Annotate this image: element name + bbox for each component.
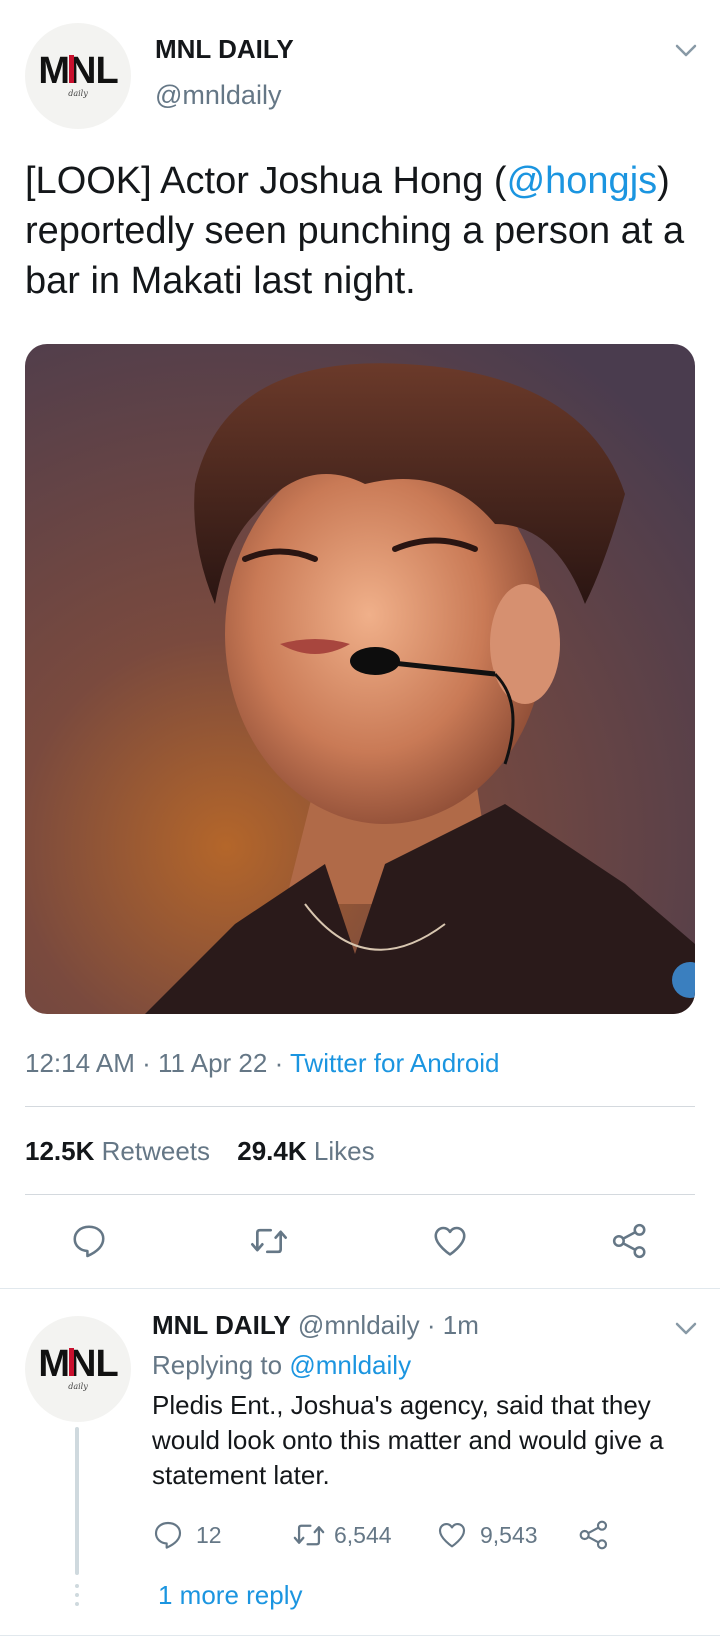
share-icon	[612, 1223, 646, 1259]
reply-icon	[154, 1521, 182, 1549]
logo-red-stroke	[69, 55, 74, 83]
tweet-text: [LOOK] Actor Joshua Hong (@hongjs) repor…	[25, 156, 705, 306]
retweets-label: Retweets	[101, 1136, 211, 1166]
author-name[interactable]: MNL DAILY	[155, 34, 294, 65]
likes-label: Likes	[313, 1136, 375, 1166]
tweet-text-part1: [LOOK] Actor Joshua Hong (	[25, 160, 507, 202]
replying-to-handle[interactable]: @mnldaily	[289, 1350, 411, 1380]
logo-text: MNL	[38, 1343, 118, 1385]
reply-author-handle[interactable]: @mnldaily	[298, 1310, 420, 1340]
mention-link[interactable]: @hongjs	[507, 160, 658, 202]
divider	[25, 1106, 695, 1107]
likes-count: 29.4K	[237, 1136, 307, 1166]
reply-menu-chevron-icon[interactable]	[670, 1316, 702, 1342]
tweet-stats: 12.5K Retweets 29.4K Likes	[25, 1136, 375, 1167]
reply-share-button[interactable]	[578, 1517, 610, 1553]
like-icon	[438, 1523, 466, 1548]
author-handle[interactable]: @mnldaily	[155, 80, 281, 111]
thread-dots	[75, 1584, 79, 1606]
logo-text: MNL	[38, 50, 118, 92]
reply-reply-button[interactable]: 12	[152, 1517, 222, 1553]
reply-author-avatar[interactable]: MNL daily	[25, 1316, 131, 1422]
tweet-timestamp-line: 12:14 AM · 11 Apr 22 · Twitter for Andro…	[25, 1048, 500, 1079]
like-count: 9,543	[480, 1521, 538, 1548]
retweet-icon	[293, 1524, 325, 1546]
reply-count: 12	[196, 1521, 222, 1548]
divider	[25, 1194, 695, 1195]
author-avatar[interactable]: MNL daily	[25, 23, 131, 129]
likes-stat[interactable]: 29.4K Likes	[237, 1136, 374, 1166]
logo-subtext: daily	[68, 89, 88, 98]
share-icon	[579, 1520, 608, 1550]
logo-subtext: daily	[68, 1382, 88, 1391]
more-replies-link[interactable]: 1 more reply	[158, 1580, 303, 1611]
reply-timestamp[interactable]: · 1m	[427, 1310, 479, 1340]
reply-text: Pledis Ent., Joshua's agency, said that …	[152, 1390, 664, 1490]
tweet-source-link[interactable]: Twitter for Android	[290, 1048, 500, 1078]
tweet-menu-chevron-icon[interactable]	[670, 38, 702, 64]
reply-like-button[interactable]: 9,543	[436, 1517, 538, 1553]
retweets-count: 12.5K	[25, 1136, 95, 1166]
logo-red-stroke	[69, 1348, 74, 1376]
reply-header: MNL DAILY @mnldaily · 1m	[152, 1310, 479, 1341]
retweet-icon	[251, 1228, 287, 1254]
replying-to-label: Replying to	[152, 1350, 290, 1380]
tweet-photo[interactable]	[25, 344, 695, 1014]
reply-icon	[73, 1225, 105, 1258]
retweets-stat[interactable]: 12.5K Retweets	[25, 1136, 210, 1166]
reply-button[interactable]	[64, 1216, 114, 1266]
like-button[interactable]	[425, 1216, 475, 1266]
reply-author-name[interactable]: MNL DAILY	[152, 1310, 291, 1340]
mnl-daily-logo: MNL daily	[38, 1343, 119, 1391]
retweet-count: 6,544	[334, 1521, 392, 1548]
share-button[interactable]	[605, 1216, 655, 1266]
thread-line	[75, 1427, 79, 1575]
replying-to-line: Replying to @mnldaily	[152, 1350, 411, 1381]
bottom-divider	[0, 1635, 720, 1636]
reply-retweet-button[interactable]: 6,544	[292, 1517, 392, 1553]
section-divider	[0, 1288, 720, 1289]
mnl-daily-logo: MNL daily	[38, 50, 119, 98]
tweet-timestamp[interactable]: 12:14 AM · 11 Apr 22 ·	[25, 1048, 290, 1078]
like-icon	[434, 1226, 466, 1256]
retweet-button[interactable]	[244, 1216, 294, 1266]
